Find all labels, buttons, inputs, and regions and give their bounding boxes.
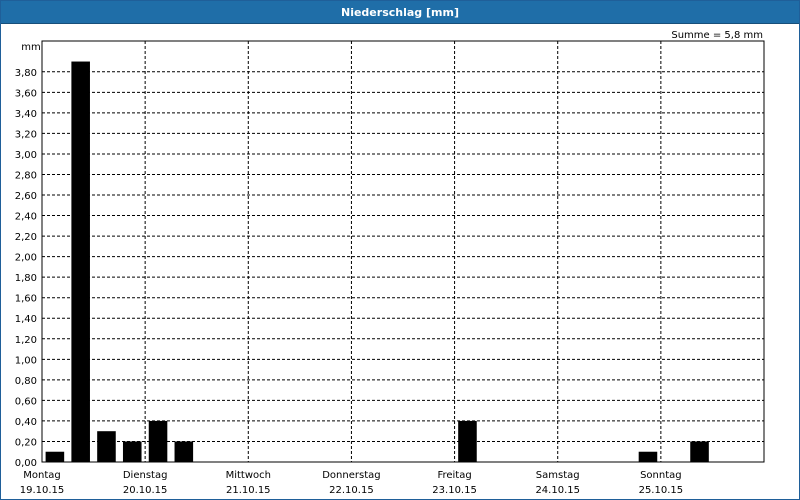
bar (45, 451, 65, 462)
window-title: Niederschlag [mm] (1, 1, 799, 24)
y-tick-label: 2,40 (15, 212, 37, 223)
x-day-label: Samstag (536, 470, 580, 481)
summary-label: Summe = 5,8 mm (671, 30, 763, 41)
bar (97, 431, 116, 462)
y-tick-label: 0,60 (15, 396, 37, 407)
y-tick-label: 3,20 (15, 129, 37, 140)
x-day-label: Mittwoch (226, 470, 271, 481)
bar (122, 441, 142, 462)
bar (174, 441, 194, 462)
y-axis-unit: mm (21, 42, 40, 53)
bar (638, 451, 658, 462)
x-day-label: Montag (23, 470, 60, 481)
x-day-label: Dienstag (123, 470, 168, 481)
x-date-label: 23.10.15 (432, 485, 477, 496)
plot-frame (41, 40, 765, 463)
bar (458, 420, 477, 462)
y-tick-label: 2,80 (15, 170, 37, 181)
bar (690, 441, 709, 462)
x-day-label: Freitag (437, 470, 471, 481)
bar (71, 61, 90, 462)
y-tick-label: 1,00 (15, 355, 37, 366)
y-tick-label: 1,40 (15, 314, 37, 325)
y-tick-label: 3,40 (15, 109, 37, 120)
y-tick-label: 0,00 (15, 458, 37, 469)
y-tick-label: 1,60 (15, 294, 37, 305)
chart-window: Niederschlag [mm] Summe = 5,8 mm mm 0,00… (0, 0, 800, 500)
y-tick-label: 1,80 (15, 273, 37, 284)
y-axis-ticks: 0,00 0,20 0,40 0,60 0,80 1,00 1,20 1,40 1,60 1,80… (15, 68, 37, 469)
y-tick-label: 2,00 (15, 253, 37, 264)
bar (148, 420, 168, 462)
x-date-label: 24.10.15 (535, 485, 580, 496)
y-tick-label: 0,20 (15, 437, 37, 448)
x-date-label: 25.10.15 (639, 485, 684, 496)
y-tick-label: 2,60 (15, 191, 37, 202)
y-tick-label: 3,80 (15, 68, 37, 79)
y-tick-label: 2,20 (15, 232, 37, 243)
x-date-label: 22.10.15 (329, 485, 374, 496)
grid-lines (42, 41, 764, 462)
y-tick-label: 0,80 (15, 376, 37, 387)
y-tick-label: 0,40 (15, 417, 37, 428)
y-tick-label: 3,00 (15, 150, 37, 161)
x-day-label: Donnerstag (322, 470, 380, 481)
x-date-label: 19.10.15 (20, 485, 65, 496)
x-date-label: 21.10.15 (226, 485, 271, 496)
y-tick-label: 1,20 (15, 335, 37, 346)
y-tick-label: 3,60 (15, 88, 37, 99)
x-day-label: Sonntag (640, 470, 682, 481)
precipitation-chart: Summe = 5,8 mm mm 0,00 0,20 0,40 0,60 0,80 1,… (15, 30, 765, 496)
x-axis-labels: Montag 19.10.15 Dienstag 20.10.15 Mittwoch 21… (20, 470, 683, 496)
x-date-label: 20.10.15 (123, 485, 168, 496)
